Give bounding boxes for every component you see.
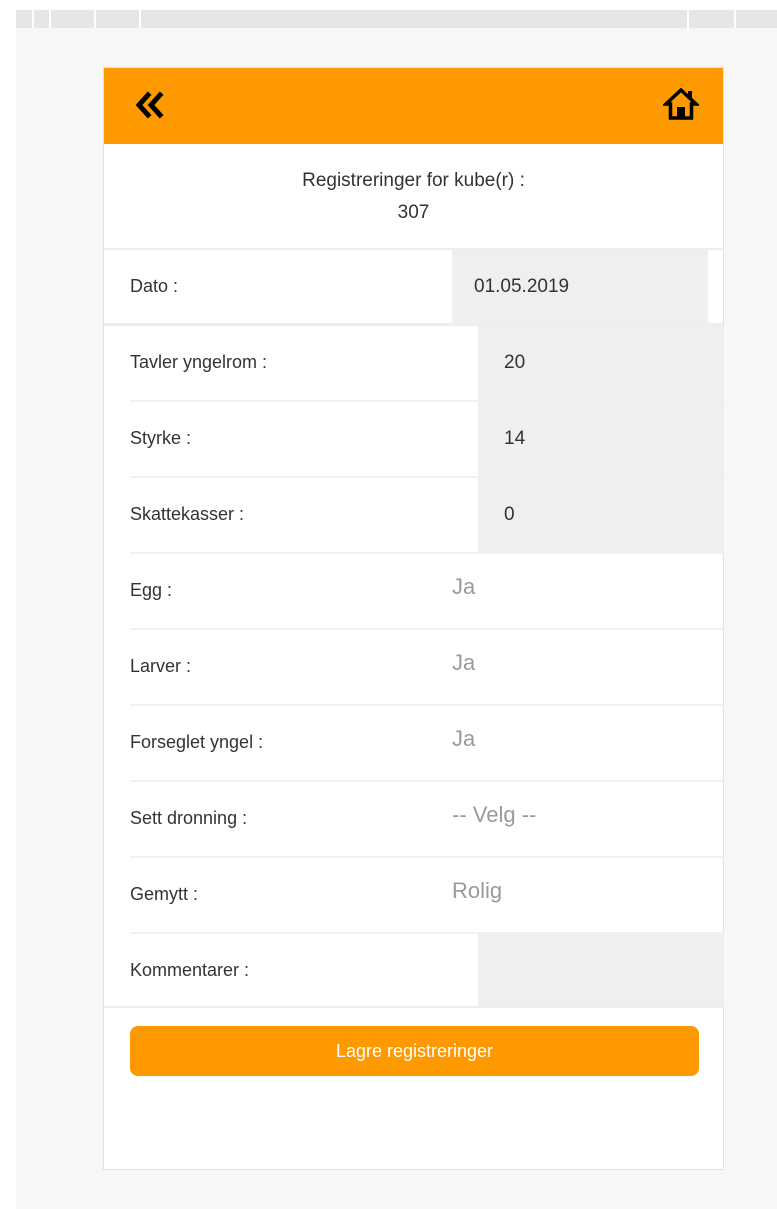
styrke-row: Styrke : 14 <box>130 402 725 478</box>
page-title: Registreringer for kube(r) : <box>302 170 525 191</box>
styrke-input[interactable]: 14 <box>478 402 724 476</box>
skattekasser-input[interactable]: 0 <box>478 478 724 552</box>
skattekasser-row: Skattekasser : 0 <box>130 478 725 554</box>
larver-label: Larver : <box>130 656 192 676</box>
tavler-label: Tavler yngelrom : <box>130 352 268 372</box>
egg-label: Egg : <box>130 580 173 600</box>
dato-label: Dato : <box>130 276 179 296</box>
double-chevron-left-icon <box>135 91 164 119</box>
egg-select[interactable]: Ja <box>452 574 475 600</box>
styrke-label: Styrke : <box>130 428 192 448</box>
registration-card: Registreringer for kube(r) : 307 Dato : … <box>103 67 725 1170</box>
kommentarer-row: Kommentarer : <box>130 934 725 1010</box>
tab-divider <box>32 10 34 28</box>
tavler-row: Tavler yngelrom : 20 <box>130 326 725 402</box>
forseglet-row: Forseglet yngel : Ja <box>130 706 725 782</box>
dato-row: Dato : 01.05.2019 <box>104 250 723 326</box>
kommentarer-textarea[interactable] <box>478 934 724 1008</box>
tab-divider <box>94 10 96 28</box>
home-icon <box>661 87 701 120</box>
save-button[interactable]: Lagre registreringer <box>130 1026 699 1076</box>
forseglet-select[interactable]: Ja <box>452 726 475 752</box>
kube-number: 307 <box>397 202 430 223</box>
dronning-select[interactable]: -- Velg -- <box>452 802 536 828</box>
back-button[interactable] <box>134 90 166 120</box>
gemytt-select[interactable]: Rolig <box>452 878 502 904</box>
forseglet-label: Forseglet yngel : <box>130 732 264 752</box>
kommentarer-label: Kommentarer : <box>130 960 250 980</box>
browser-tab-strip <box>16 10 777 28</box>
gemytt-row: Gemytt : Rolig <box>130 858 725 934</box>
home-button[interactable] <box>661 86 701 122</box>
tab-divider <box>139 10 141 28</box>
skattekasser-label: Skattekasser : <box>130 504 245 524</box>
tab-divider <box>734 10 736 28</box>
larver-select[interactable]: Ja <box>452 650 475 676</box>
divider <box>104 1006 723 1008</box>
header-block: Registreringer for kube(r) : 307 <box>104 144 723 250</box>
dato-input[interactable]: 01.05.2019 <box>452 250 708 324</box>
egg-row: Egg : Ja <box>130 554 725 630</box>
top-bar <box>104 68 723 144</box>
tab-divider <box>687 10 689 28</box>
tavler-input[interactable]: 20 <box>478 326 724 400</box>
dronning-row: Sett dronning : -- Velg -- <box>130 782 725 858</box>
gemytt-label: Gemytt : <box>130 884 199 904</box>
dronning-label: Sett dronning : <box>130 808 248 828</box>
larver-row: Larver : Ja <box>130 630 725 706</box>
tab-divider <box>49 10 51 28</box>
